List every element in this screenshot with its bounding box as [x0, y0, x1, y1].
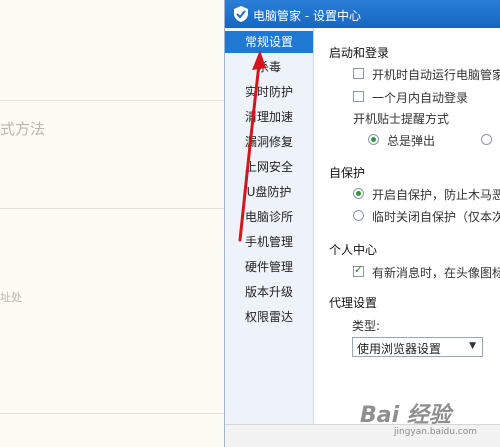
background-text: 址处: [0, 291, 22, 304]
divider: [0, 100, 232, 101]
new-message-label: 有新消息时，在头像图标: [372, 266, 500, 280]
divider: [0, 208, 232, 209]
proxy-type-value: 使用浏览器设置: [357, 342, 442, 356]
section-title-proxy: 代理设置: [329, 296, 378, 310]
settings-content: 启动和登录 开机时自动运行电脑管家 一个月内自动登录 开机贴士提醒方式 总是弹出…: [314, 28, 500, 425]
sidebar-item-hardware[interactable]: 硬件管理: [225, 256, 313, 278]
window-title: 电脑管家 - 设置中心: [253, 9, 361, 23]
autorun-checkbox[interactable]: [353, 68, 364, 79]
chevron-down-icon: ▼: [469, 341, 476, 351]
annotation-arrow-icon: [238, 50, 266, 242]
section-title-startup: 启动和登录: [329, 46, 390, 60]
proxy-type-select[interactable]: 使用浏览器设置 ▼: [352, 337, 483, 357]
reminder-always-radio[interactable]: [368, 134, 379, 145]
section-title-personal-center: 个人中心: [329, 243, 378, 257]
shield-logo-icon: [234, 6, 248, 22]
reminder-other-radio[interactable]: [481, 134, 492, 145]
baidu-watermark: Bai 经验: [360, 403, 451, 428]
sidebar-item-permission-radar[interactable]: 权限雷达: [225, 306, 313, 328]
protect-off-radio[interactable]: [353, 210, 364, 221]
baidu-watermark-url: jingyan.baidu.com: [394, 427, 478, 437]
new-message-checkbox[interactable]: [353, 263, 364, 277]
autologin-checkbox[interactable]: [353, 91, 364, 102]
protect-off-label: 临时关闭自保护（仅本次: [372, 210, 500, 224]
reminder-always-label: 总是弹出: [387, 134, 436, 148]
autorun-label: 开机时自动运行电脑管家: [372, 68, 500, 82]
sidebar-item-upgrade[interactable]: 版本升级: [225, 281, 313, 303]
protect-on-label: 开启自保护，防止木马恶: [372, 188, 500, 202]
proxy-type-label: 类型:: [352, 319, 381, 333]
background-text: 式方法: [0, 120, 46, 138]
background-page: 式方法 址处: [0, 0, 232, 447]
autologin-label: 一个月内自动登录: [372, 91, 469, 105]
divider: [0, 413, 232, 414]
section-title-self-protection: 自保护: [329, 166, 366, 180]
reminder-label: 开机贴士提醒方式: [353, 112, 450, 126]
title-bar[interactable]: 电脑管家 - 设置中心: [225, 0, 500, 28]
protect-on-radio[interactable]: [353, 188, 364, 199]
